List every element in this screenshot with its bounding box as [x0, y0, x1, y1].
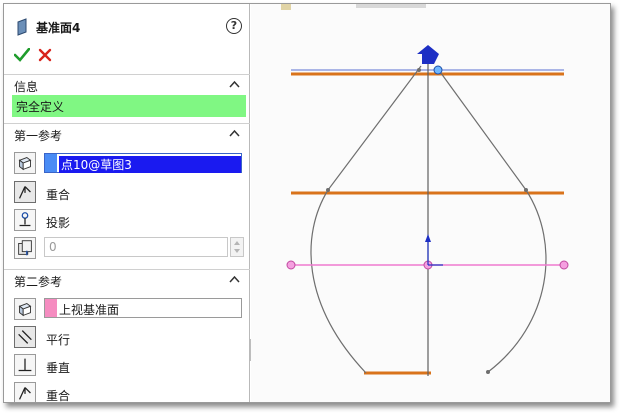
- coincident-icon[interactable]: [14, 382, 36, 403]
- coincident-icon[interactable]: [14, 181, 36, 203]
- reference-entity-icon: [14, 298, 36, 320]
- reference-entity-icon: [14, 152, 36, 174]
- sketch-point[interactable]: [417, 68, 421, 72]
- plane-handle-right[interactable]: [559, 260, 569, 270]
- chevron-up-icon[interactable]: [229, 80, 240, 88]
- parallel-option-label: 平行: [46, 333, 71, 347]
- chevron-up-icon[interactable]: [229, 129, 240, 137]
- sketch-point[interactable]: [326, 188, 330, 192]
- graphics-area[interactable]: [251, 4, 611, 403]
- property-manager-header: 基准面4 ?: [4, 4, 250, 52]
- toolbar-strip: [356, 4, 426, 8]
- perpendicular-icon[interactable]: [14, 354, 36, 376]
- sketch-line-right[interactable]: [437, 68, 527, 191]
- sketch-curve-right[interactable]: [487, 189, 547, 373]
- second-reference-title: 第二参考: [14, 275, 63, 289]
- info-section-title: 信息: [14, 80, 39, 94]
- plane-icon: [17, 18, 27, 36]
- property-manager-panel: 基准面4 ? 信息 完全定义 第一参考 点10@草图3 重合 投影 0 第二参考…: [4, 4, 250, 403]
- coincident-option-label: 重合: [46, 188, 71, 202]
- info-section-header[interactable]: 信息: [4, 74, 250, 94]
- first-reference-title: 第一参考: [14, 129, 63, 143]
- projection-icon[interactable]: [14, 209, 36, 231]
- sketch-point[interactable]: [524, 188, 528, 192]
- window-frame: 基准面4 ? 信息 完全定义 第一参考 点10@草图3 重合 投影 0 第二参考…: [3, 3, 611, 403]
- second-reference-header[interactable]: 第二参考: [4, 269, 250, 289]
- plane-handle-left[interactable]: [286, 260, 296, 270]
- first-reference-value: 点10@草图3: [59, 156, 241, 173]
- parallel-icon[interactable]: [14, 326, 36, 348]
- checkmark-icon[interactable]: [14, 48, 30, 62]
- selected-point-handle[interactable]: [433, 65, 443, 75]
- second-reference-value: 上视基准面: [59, 303, 120, 317]
- first-reference-header[interactable]: 第一参考: [4, 123, 250, 143]
- drag-arrow-icon[interactable]: [417, 45, 439, 64]
- status-message: 完全定义: [12, 95, 246, 117]
- property-manager-title: 基准面4: [36, 21, 81, 35]
- projection-option-label: 投影: [46, 216, 71, 230]
- distance-icon[interactable]: [14, 237, 36, 259]
- first-reference-field[interactable]: 点10@草图3: [44, 153, 242, 173]
- close-icon[interactable]: [38, 48, 52, 62]
- sketch-line-left[interactable]: [327, 65, 422, 191]
- distance-input[interactable]: 0: [44, 237, 228, 257]
- spinner-icon[interactable]: [230, 237, 244, 257]
- sketch-curve-left[interactable]: [310, 189, 367, 374]
- sketch-point[interactable]: [486, 370, 490, 374]
- selection-color-swatch: [45, 299, 57, 317]
- help-icon[interactable]: ?: [226, 18, 242, 34]
- normal-arrow-head: [425, 234, 431, 242]
- chevron-up-icon[interactable]: [229, 275, 240, 283]
- second-reference-field[interactable]: 上视基准面: [44, 298, 242, 318]
- sketch-canvas[interactable]: [251, 4, 611, 403]
- coincident-option-label: 重合: [46, 389, 71, 403]
- selection-color-swatch: [45, 154, 57, 172]
- perpendicular-option-label: 垂直: [46, 361, 71, 375]
- toolbar-icon: [281, 4, 291, 10]
